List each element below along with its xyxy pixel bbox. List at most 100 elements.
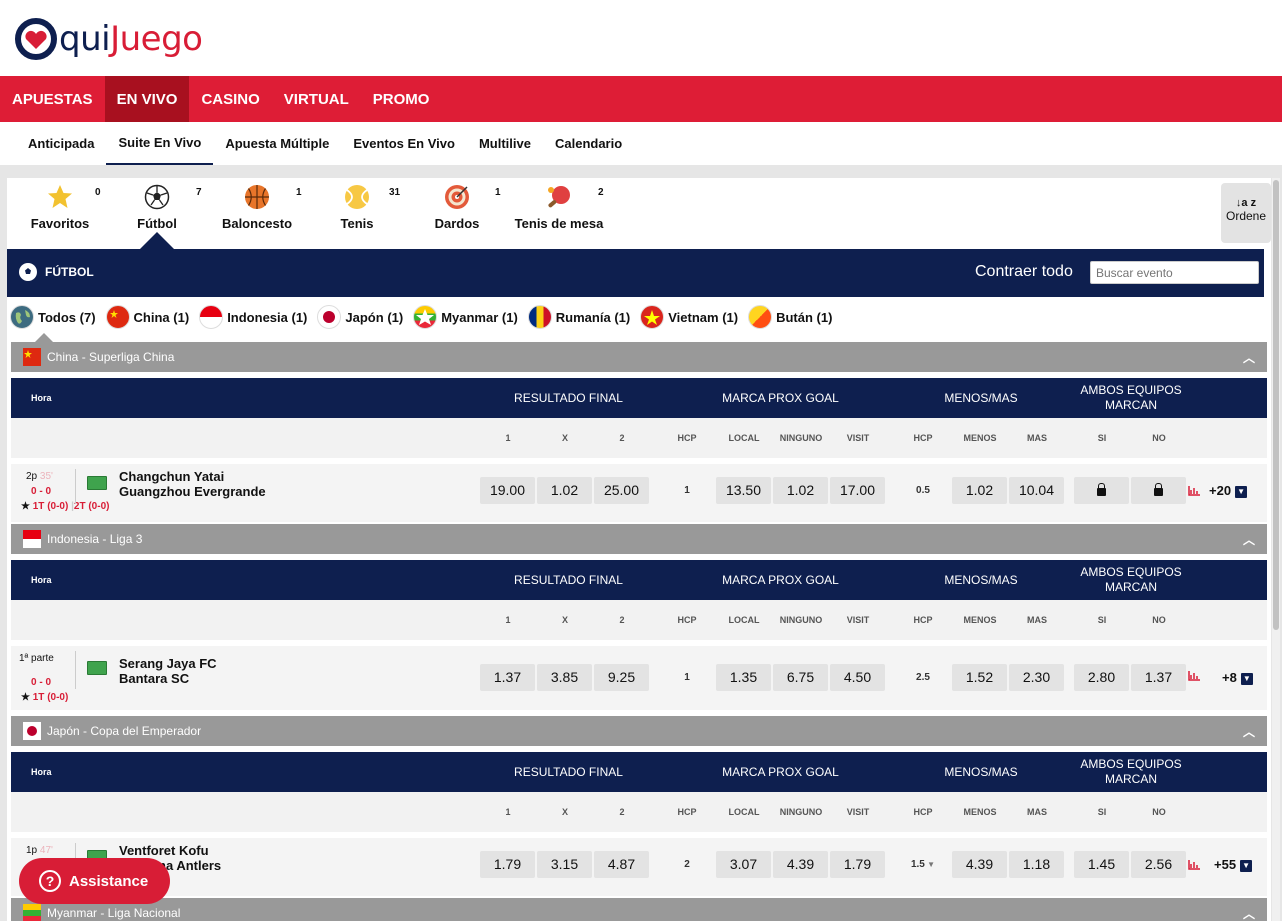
odd-mas[interactable]: 10.04 — [1009, 477, 1064, 504]
odd-x[interactable]: 3.15 — [537, 851, 592, 878]
odd-1[interactable]: 19.00 — [480, 477, 535, 504]
country-rumania[interactable]: Rumanía (1) — [527, 302, 630, 332]
subnav-anticipada[interactable]: Anticipada — [16, 122, 106, 165]
sub-no: NO — [1152, 807, 1166, 817]
odd-1[interactable]: 1.37 — [480, 664, 535, 691]
event-row[interactable]: 1p 47' Ventforet Kofu Kashima Antlers 1.7… — [11, 838, 1267, 896]
odd-menos[interactable]: 1.52 — [952, 664, 1007, 691]
chevron-up-icon[interactable]: ︿ — [1243, 349, 1255, 366]
sub-mas: MAS — [1027, 433, 1047, 443]
league-header-china[interactable]: China - Superliga China ︿ — [11, 342, 1267, 372]
subnav-apuesta-multiple[interactable]: Apuesta Múltiple — [213, 122, 341, 165]
sport-tenis-de-mesa[interactable]: Tenis de mesa 2 — [509, 184, 609, 240]
aquijuego-logo[interactable]: quiJuego — [15, 12, 203, 66]
stats-icon[interactable] — [1188, 671, 1200, 681]
pitch-icon[interactable] — [87, 661, 107, 675]
more-markets-count: +20 — [1209, 483, 1232, 498]
sport-tenis[interactable]: Tenis 31 — [337, 184, 400, 240]
country-todos[interactable]: Todos (7) — [10, 302, 96, 332]
sport-favoritos[interactable]: Favoritos 0 — [25, 184, 101, 240]
country-china[interactable]: China (1) — [105, 302, 189, 332]
odd-2[interactable]: 25.00 — [594, 477, 649, 504]
country-japon[interactable]: Japón (1) — [317, 302, 403, 332]
odd-ninguno[interactable]: 1.02 — [773, 477, 828, 504]
japan-flag-icon — [317, 305, 342, 329]
odd-local[interactable]: 3.07 — [716, 851, 771, 878]
country-vietnam[interactable]: Vietnam (1) — [640, 302, 738, 332]
more-markets-button[interactable]: +55 ▼ — [1214, 857, 1253, 872]
odd-no[interactable]: 1.37 — [1131, 664, 1186, 691]
odd-2[interactable]: 4.87 — [594, 851, 649, 878]
search-event-input[interactable] — [1090, 261, 1259, 284]
league-header-myanmar[interactable]: Myanmar - Liga Nacional ︿ — [11, 898, 1267, 921]
odd-no-locked[interactable] — [1131, 477, 1186, 504]
chevron-up-icon[interactable]: ︿ — [1243, 723, 1255, 740]
odd-mas[interactable]: 1.18 — [1009, 851, 1064, 878]
hcp-value: 1 — [684, 672, 690, 683]
sub-visit: VISIT — [846, 807, 870, 817]
odd-1[interactable]: 1.79 — [480, 851, 535, 878]
event-row[interactable]: 2p 35' 0 - 0 ★ 1T (0-0) |2T (0-0) Changc… — [11, 464, 1267, 522]
scrollbar-thumb[interactable] — [1273, 180, 1279, 630]
favorite-star-icon[interactable]: ★ — [21, 692, 30, 703]
nav-apuestas[interactable]: APUESTAS — [0, 76, 105, 122]
nav-virtual[interactable]: VIRTUAL — [272, 76, 361, 122]
more-markets-count: +55 — [1214, 857, 1237, 872]
stats-icon[interactable] — [1188, 486, 1200, 496]
odd-x[interactable]: 1.02 — [537, 477, 592, 504]
country-indonesia[interactable]: Indonesia (1) — [199, 302, 307, 332]
more-markets-button[interactable]: +8 ▼ — [1222, 670, 1253, 685]
odd-visit[interactable]: 1.79 — [830, 851, 885, 878]
scrollbar[interactable] — [1272, 178, 1280, 921]
sport-baloncesto[interactable]: Baloncesto 1 — [219, 184, 302, 240]
sub-ninguno: NINGUNO — [779, 433, 823, 443]
more-markets-button[interactable]: +20 ▼ — [1209, 483, 1248, 498]
chevron-up-icon[interactable]: ︿ — [1243, 531, 1255, 548]
ou-hcp-selector[interactable]: 1.5 ▼ — [903, 851, 943, 878]
country-myanmar[interactable]: Myanmar (1) — [413, 302, 518, 332]
odd-no[interactable]: 2.56 — [1131, 851, 1186, 878]
nav-casino[interactable]: CASINO — [189, 76, 271, 122]
assistance-button[interactable]: ? Assistance — [19, 858, 170, 904]
country-label: Vietnam — [668, 309, 719, 325]
sport-dardos[interactable]: Dardos 1 — [431, 184, 501, 240]
odd-menos[interactable]: 4.39 — [952, 851, 1007, 878]
subnav-eventos-en-vivo[interactable]: Eventos En Vivo — [341, 122, 467, 165]
subnav-multilive[interactable]: Multilive — [467, 122, 543, 165]
odd-menos[interactable]: 1.02 — [952, 477, 1007, 504]
nav-en-vivo[interactable]: EN VIVO — [104, 76, 190, 122]
favorite-star-icon[interactable]: ★ — [21, 501, 30, 512]
odd-si-locked[interactable] — [1074, 477, 1129, 504]
nav-promo[interactable]: PROMO — [361, 76, 442, 122]
event-period: 1p 47' — [26, 845, 53, 856]
sport-count: 1 — [495, 187, 501, 198]
country-butan[interactable]: Bután (1) — [748, 302, 832, 332]
league-header-japon[interactable]: Japón - Copa del Emperador ︿ — [11, 716, 1267, 746]
country-label: Rumanía — [555, 309, 611, 325]
odd-si[interactable]: 2.80 — [1074, 664, 1129, 691]
odd-visit[interactable]: 17.00 — [830, 477, 885, 504]
event-row[interactable]: 1ª parte 0 - 0 ★ 1T (0-0) Serang Jaya FC… — [11, 646, 1267, 710]
collapse-all-button[interactable]: Contraer todo — [975, 263, 1073, 281]
odd-x[interactable]: 3.85 — [537, 664, 592, 691]
pitch-icon[interactable] — [87, 476, 107, 490]
league-header-indonesia[interactable]: Indonesia - Liga 3 ︿ — [11, 524, 1267, 554]
odd-mas[interactable]: 2.30 — [1009, 664, 1064, 691]
odd-ninguno[interactable]: 4.39 — [773, 851, 828, 878]
odd-2[interactable]: 9.25 — [594, 664, 649, 691]
sub-x: X — [561, 615, 568, 625]
odd-si[interactable]: 1.45 — [1074, 851, 1129, 878]
odd-local[interactable]: 1.35 — [716, 664, 771, 691]
sort-button[interactable]: ↓a z Ordene — [1221, 183, 1271, 243]
minute-label: 35' — [39, 471, 53, 482]
subnav-suite-en-vivo[interactable]: Suite En Vivo — [106, 122, 214, 165]
stats-icon[interactable] — [1188, 860, 1200, 870]
sport-count: 2 — [598, 187, 604, 198]
divider — [75, 651, 76, 689]
subnav-calendario[interactable]: Calendario — [543, 122, 634, 165]
odd-local[interactable]: 13.50 — [716, 477, 771, 504]
odd-visit[interactable]: 4.50 — [830, 664, 885, 691]
odd-ninguno[interactable]: 6.75 — [773, 664, 828, 691]
sub-si: SI — [1097, 807, 1107, 817]
chevron-up-icon[interactable]: ︿ — [1243, 905, 1255, 921]
